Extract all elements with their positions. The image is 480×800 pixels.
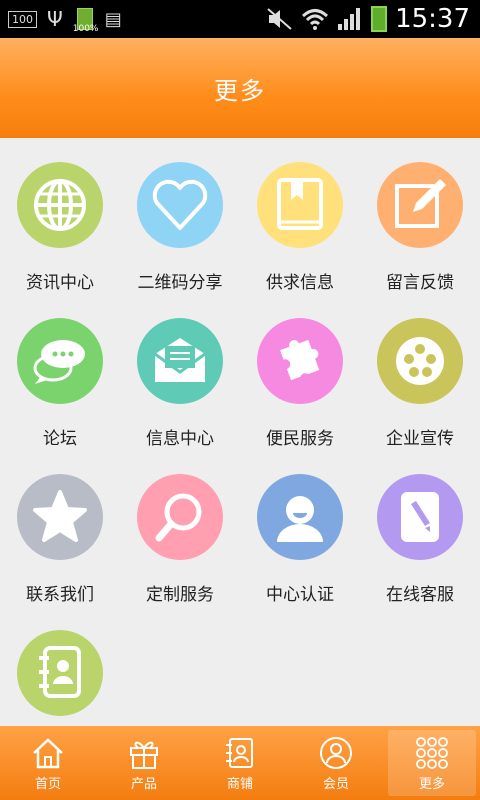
tile-info-center[interactable]: 信息中心	[120, 294, 240, 450]
clock: 15:37	[395, 4, 470, 34]
book-icon	[257, 162, 343, 248]
tile-label: 企业宣传	[386, 429, 454, 449]
status-box-indicator: 100	[8, 10, 37, 28]
nav-label: 商铺	[226, 776, 253, 792]
more-grid-icon	[416, 736, 448, 769]
globe-icon	[17, 162, 103, 248]
user-icon	[257, 474, 343, 560]
status-bar: 100 Ψ 100% ▤ 15:37	[0, 0, 480, 38]
tile-forum[interactable]: 论坛	[0, 294, 120, 450]
nav-label: 更多	[418, 776, 445, 792]
star-icon	[17, 474, 103, 560]
tile-convenience-services[interactable]: 便民服务	[240, 294, 360, 450]
tile-label: 论坛	[43, 429, 77, 449]
page-title: 更多	[214, 76, 266, 105]
feature-grid: 资讯中心 二维码分享 供求信息 留言反馈 论坛 信息中心 便民服务 企业宣传 联…	[0, 138, 480, 726]
nav-shops[interactable]: 商铺	[192, 726, 288, 800]
signal-icon	[338, 8, 361, 30]
mail-icon	[137, 318, 223, 404]
search-icon	[137, 474, 223, 560]
nav-products[interactable]: 产品	[96, 726, 192, 800]
tile-qrcode-share[interactable]: 二维码分享	[120, 138, 240, 294]
tile-news-center[interactable]: 资讯中心	[0, 138, 120, 294]
battery-icon	[371, 6, 388, 32]
member-icon	[320, 736, 352, 769]
notification-icon: ▤	[104, 8, 122, 30]
page-header: 更多	[0, 38, 480, 138]
chat-icon	[17, 318, 103, 404]
nav-home[interactable]: 首页	[0, 726, 96, 800]
tile-label: 在线客服	[386, 585, 454, 605]
heart-icon	[137, 162, 223, 248]
tile-contact-us[interactable]: 联系我们	[0, 450, 120, 606]
tile-label: 便民服务	[266, 429, 334, 449]
nav-label: 会员	[322, 776, 349, 792]
tile-label: 联系我们	[26, 585, 94, 605]
nav-members[interactable]: 会员	[288, 726, 384, 800]
nav-more[interactable]: 更多	[388, 730, 476, 796]
tile-label: 二维码分享	[137, 273, 223, 293]
gift-icon	[130, 741, 158, 769]
tile-label: 信息中心	[146, 429, 214, 449]
tile-enterprise-promo[interactable]: 企业宣传	[360, 294, 480, 450]
battery-percent: 100%	[72, 24, 99, 34]
tile-feedback[interactable]: 留言反馈	[360, 138, 480, 294]
battery-charge-icon: 100%	[73, 6, 98, 34]
tile-label: 定制服务	[146, 585, 214, 605]
tile-online-support[interactable]: 在线客服	[360, 450, 480, 606]
nav-label: 产品	[130, 776, 157, 792]
usb-icon: Ψ	[47, 7, 63, 31]
film-reel-icon	[377, 318, 463, 404]
home-icon	[33, 737, 63, 768]
shop-icon	[226, 737, 253, 768]
mute-icon	[267, 8, 292, 30]
tile-label: 中心认证	[266, 585, 334, 605]
contact-book-icon	[17, 630, 103, 716]
tile-label: 留言反馈	[386, 273, 454, 293]
wifi-icon	[302, 9, 329, 30]
tile-custom-service[interactable]: 定制服务	[120, 450, 240, 606]
bottom-nav: 首页 产品 商铺 会员 更多	[0, 726, 480, 800]
puzzle-icon	[257, 318, 343, 404]
nav-label: 首页	[34, 776, 61, 792]
edit-icon	[377, 162, 463, 248]
tile-label: 资讯中心	[26, 273, 94, 293]
tile-supply-demand[interactable]: 供求信息	[240, 138, 360, 294]
tile-certification[interactable]: 中心认证	[240, 450, 360, 606]
tile-label: 供求信息	[266, 273, 334, 293]
document-pen-icon	[377, 474, 463, 560]
